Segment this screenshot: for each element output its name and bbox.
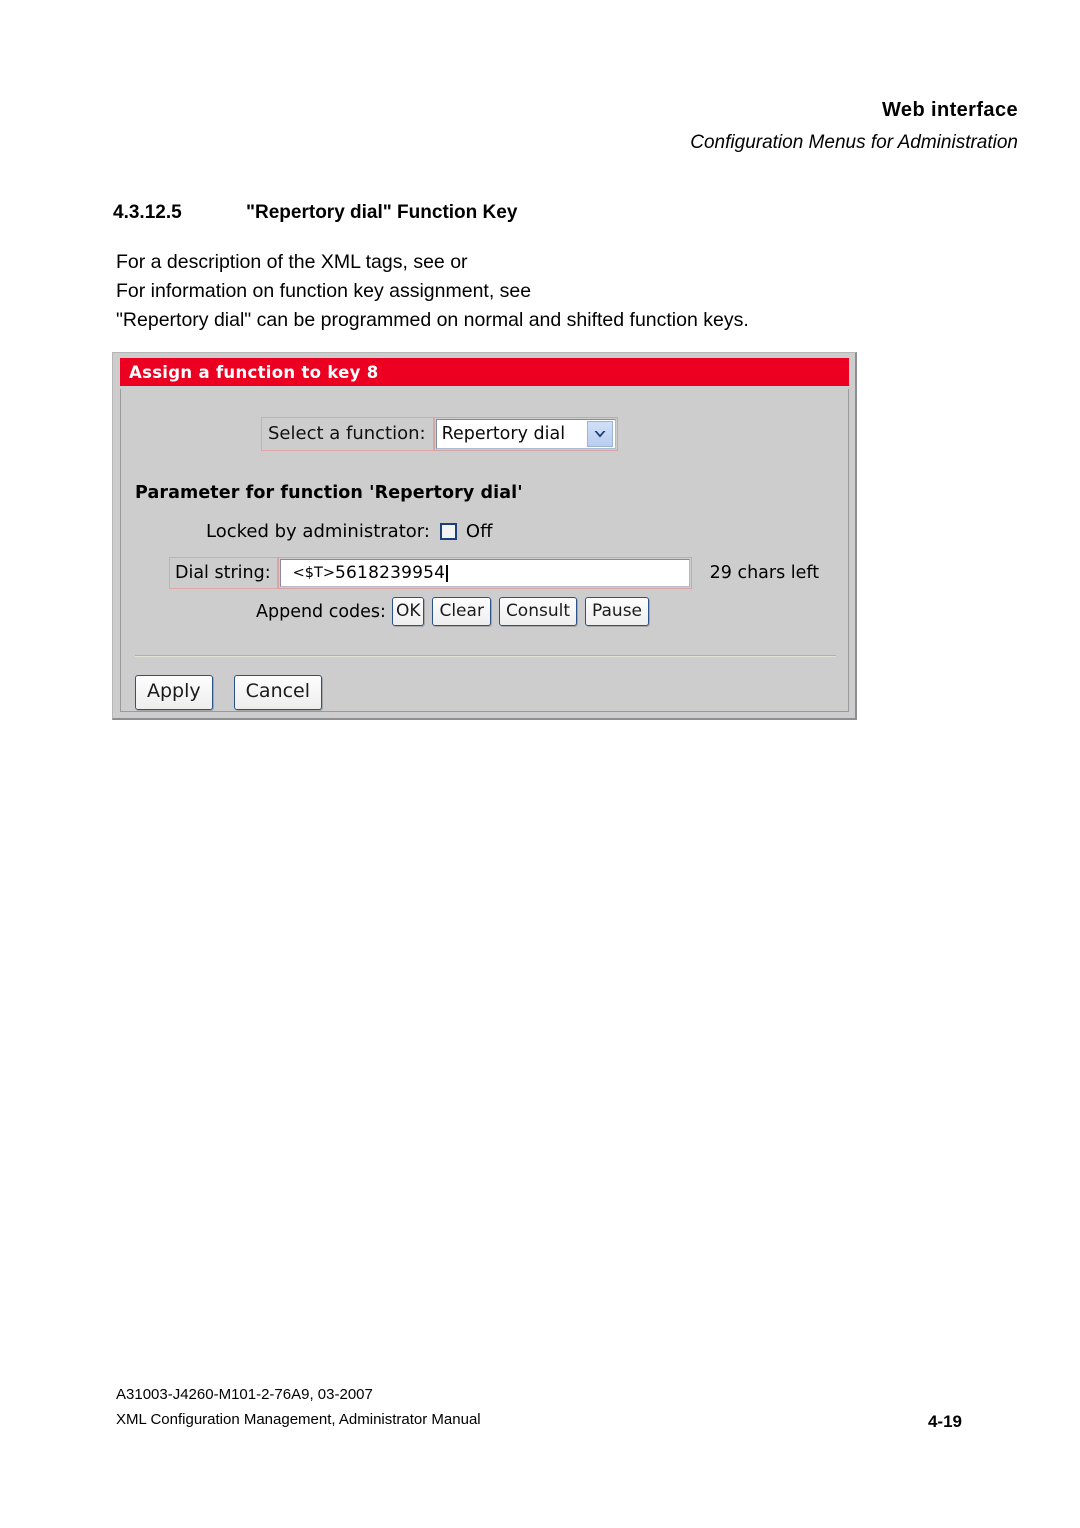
- footer-doc-id: A31003-J4260-M101-2-76A9, 03-2007: [116, 1386, 373, 1403]
- apply-button[interactable]: Apply: [135, 675, 213, 710]
- text-caret: [446, 564, 448, 582]
- locked-by-administrator-row: Locked by administrator: Off: [206, 521, 493, 542]
- append-ok-button[interactable]: OK: [391, 597, 425, 626]
- append-consult-button[interactable]: Consult: [498, 597, 578, 626]
- select-function-value: Repertory dial: [441, 424, 566, 444]
- select-function-inner[interactable]: Repertory dial: [435, 419, 616, 449]
- append-codes-label: Append codes:: [256, 601, 386, 622]
- header-title: Web interface: [882, 99, 1018, 121]
- locked-by-administrator-label: Locked by administrator:: [206, 521, 430, 542]
- footer-page-number: 4-19: [927, 1412, 962, 1431]
- section-heading: 4.3.12.5 "Repertory dial" Function Key: [113, 202, 517, 224]
- cancel-button[interactable]: Cancel: [233, 675, 323, 710]
- dial-string-tag: <$T>: [292, 565, 336, 581]
- section-number: 4.3.12.5: [113, 202, 182, 223]
- locked-by-administrator-checkbox[interactable]: [439, 523, 457, 540]
- section-divider: [135, 655, 836, 657]
- body-line-2: For information on function key assignme…: [116, 280, 532, 302]
- select-function-dropdown[interactable]: Repertory dial: [433, 417, 618, 451]
- dialog-body: Select a function: Repertory dial Parame…: [120, 389, 849, 712]
- append-codes-row: Append codes: OK Clear Consult Pause: [256, 597, 657, 626]
- dial-string-field-wrapper[interactable]: <$T> 5618239954: [277, 557, 692, 589]
- select-function-row: Select a function: Repertory dial: [261, 417, 618, 451]
- dial-string-label: Dial string:: [169, 557, 278, 589]
- append-clear-button[interactable]: Clear: [432, 597, 491, 626]
- body-line-3: "Repertory dial" can be programmed on no…: [116, 309, 749, 331]
- section-title: "Repertory dial" Function Key: [246, 202, 518, 223]
- dial-string-input[interactable]: <$T> 5618239954: [279, 559, 690, 587]
- page-footer: A31003-J4260-M101-2-76A9, 03-2007 XML Co…: [116, 1382, 962, 1432]
- dial-string-row: Dial string: <$T> 5618239954 29 chars le…: [169, 557, 819, 589]
- body-line-1: For a description of the XML tags, see o…: [116, 251, 468, 273]
- chars-left-counter: 29 chars left: [709, 563, 820, 583]
- append-pause-button[interactable]: Pause: [585, 597, 650, 626]
- assign-function-dialog: Assign a function to key 8 Select a func…: [112, 352, 857, 720]
- header-subtitle: Configuration Menus for Administration: [690, 132, 1018, 153]
- parameter-heading: Parameter for function 'Repertory dial': [135, 483, 523, 503]
- page-header: Web interface Configuration Menus for Ad…: [690, 96, 1018, 158]
- body-paragraph: For a description of the XML tags, see o…: [116, 248, 876, 335]
- dial-string-number: 5618239954: [335, 563, 446, 583]
- select-function-label: Select a function:: [261, 417, 434, 451]
- footer-text: A31003-J4260-M101-2-76A9, 03-2007 XML Co…: [116, 1382, 481, 1432]
- chevron-down-icon[interactable]: [586, 421, 613, 447]
- dialog-titlebar: Assign a function to key 8: [120, 358, 849, 386]
- locked-by-administrator-state: Off: [465, 521, 493, 542]
- footer-doc-title: XML Configuration Management, Administra…: [116, 1411, 481, 1428]
- dialog-actions: Apply Cancel: [135, 675, 343, 710]
